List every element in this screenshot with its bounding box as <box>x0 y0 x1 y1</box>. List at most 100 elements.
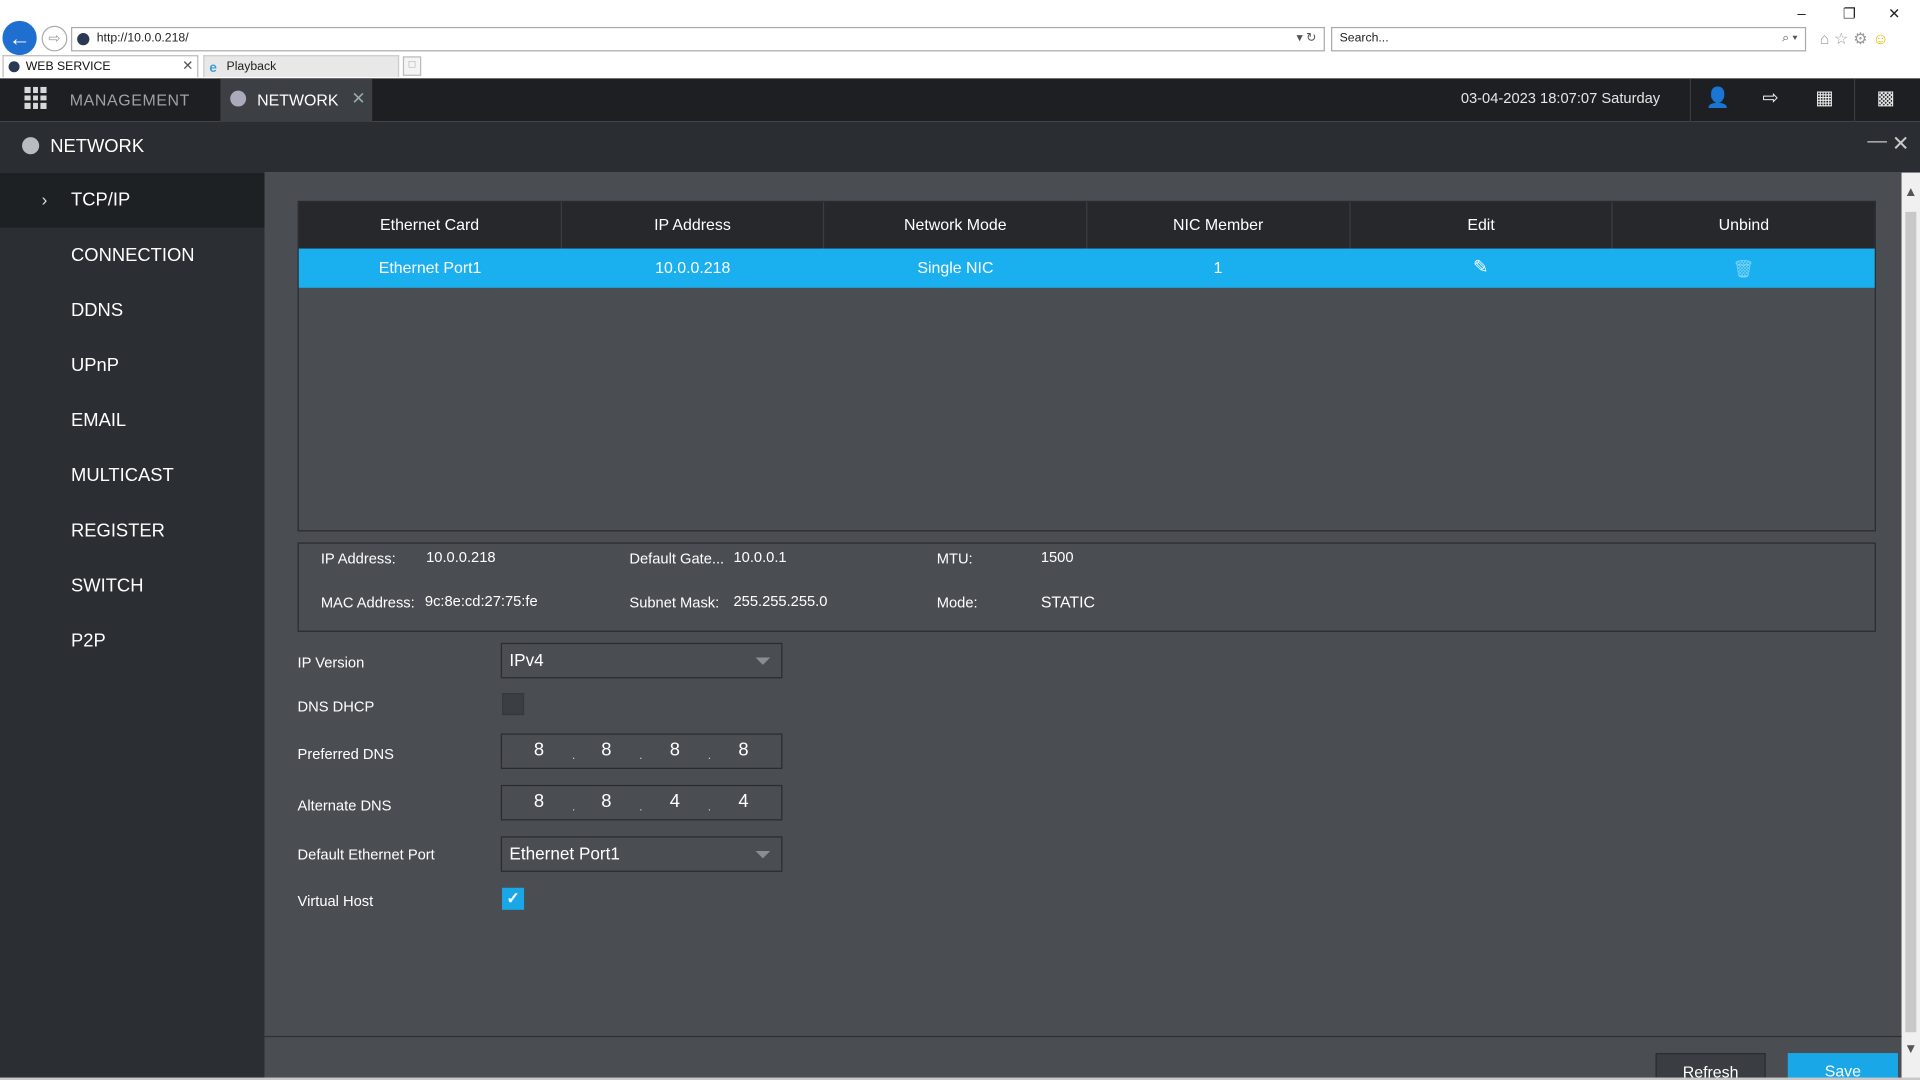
logout-icon[interactable]: ⇨ <box>1756 86 1785 113</box>
back-button[interactable]: ← <box>2 20 37 56</box>
dot-separator: . <box>571 749 576 763</box>
trash-icon[interactable]: 🗑 <box>1732 258 1754 278</box>
edit-cell: ✎ <box>1349 249 1612 288</box>
scroll-up-icon[interactable]: ▲ <box>1904 185 1917 200</box>
search-placeholder: Search... <box>1339 31 1389 46</box>
tab-label: WEB SERVICE <box>25 60 111 74</box>
sidebar-item-label: EMAIL <box>71 410 127 432</box>
scroll-thumb[interactable] <box>1905 211 1917 1033</box>
dns-octet[interactable]: 8 <box>534 791 544 812</box>
chevron-down-icon <box>755 657 771 665</box>
dns-octet[interactable]: 4 <box>738 791 748 812</box>
dns-octet[interactable]: 4 <box>670 791 680 812</box>
network-tab-label: NETWORK <box>257 90 339 109</box>
sidebar-item-multicast[interactable]: MULTICAST <box>0 448 264 503</box>
window-close-icon[interactable]: ✕ <box>1888 5 1900 22</box>
browser-tab-playback[interactable]: e Playback <box>203 55 400 78</box>
sidebar-item-p2p[interactable]: P2P <box>0 613 264 668</box>
restore-icon[interactable]: ❐ <box>1843 5 1856 22</box>
search-icon[interactable]: ⌕ ▾ <box>1782 28 1797 50</box>
apps-grid-icon[interactable] <box>24 86 47 109</box>
dns-octet[interactable]: 8 <box>601 740 611 761</box>
sidebar-item-label: SWITCH <box>71 575 144 597</box>
address-bar[interactable]: http://10.0.0.218/ ▾ ↻ <box>71 26 1325 52</box>
sidebar-item-tcpip[interactable]: › TCP/IP <box>0 172 265 228</box>
sidebar-item-connection[interactable]: CONNECTION <box>0 228 264 283</box>
col-edit: Edit <box>1350 202 1614 249</box>
info-mtu-label: MTU: <box>936 549 973 567</box>
table-row[interactable]: Ethernet Port1 10.0.0.218 Single NIC 1 ✎… <box>298 248 1875 288</box>
dns-octet[interactable]: 8 <box>670 740 680 761</box>
browser-tab-web-service[interactable]: WEB SERVICE ✕ <box>2 55 199 78</box>
ie-icon: e <box>209 61 217 76</box>
sidebar-item-switch[interactable]: SWITCH <box>0 558 264 613</box>
preferred-dns-input[interactable]: 8 . 8 . 8 . 8 <box>500 733 783 769</box>
info-mac-value: 9c:8e:cd:27:75:fe <box>424 592 538 610</box>
divider <box>1853 78 1856 122</box>
site-icon <box>77 33 90 46</box>
sidebar-item-label: DDNS <box>71 300 124 321</box>
scroll-down-icon[interactable]: ▼ <box>1904 1042 1917 1057</box>
divider <box>1689 78 1692 122</box>
management-tab[interactable]: MANAGEMENT <box>70 91 190 109</box>
table-header: Ethernet Card IP Address Network Mode NI… <box>298 202 1875 249</box>
window-title: NETWORK <box>50 135 145 157</box>
col-network-mode: Network Mode <box>825 202 1088 249</box>
network-tab[interactable]: NETWORK ✕ <box>220 78 373 122</box>
virtual-host-label: Virtual Host <box>297 892 374 910</box>
refresh-icon[interactable]: ▾ ↻ <box>1297 28 1317 50</box>
unbind-cell: 🗑 <box>1612 249 1875 288</box>
scrollbar[interactable]: ▲ ▼ <box>1901 172 1920 1080</box>
window-titlebar: NETWORK — ✕ <box>0 121 1920 173</box>
dns-octet[interactable]: 8 <box>601 791 611 812</box>
dns-dhcp-label: DNS DHCP <box>297 697 375 716</box>
info-mask-value: 255.255.255.0 <box>733 592 828 610</box>
new-tab-button[interactable]: □ <box>402 56 422 76</box>
sidebar-item-label: TCP/IP <box>71 189 131 211</box>
dot-separator: . <box>571 800 576 815</box>
cell-ip: 10.0.0.218 <box>655 258 731 277</box>
forward-button[interactable]: ⇨ <box>41 25 68 52</box>
minimize-icon[interactable]: – <box>1798 5 1806 22</box>
user-icon[interactable]: 👤 <box>1703 86 1732 113</box>
cell-mode: Single NIC <box>917 258 994 277</box>
sidebar-item-ddns[interactable]: DDNS <box>0 283 264 338</box>
default-port-select[interactable]: Ethernet Port1 <box>500 836 783 872</box>
tab-close-icon[interactable]: ✕ <box>182 56 193 77</box>
cell-card: Ethernet Port1 <box>378 258 482 277</box>
dot-separator: . <box>707 749 712 763</box>
dot-separator: . <box>639 749 643 763</box>
sidebar-item-label: REGISTER <box>71 520 165 542</box>
ip-version-select[interactable]: IPv4 <box>500 642 783 679</box>
col-ethernet-card: Ethernet Card <box>299 202 562 249</box>
datetime: 03-04-2023 18:07:07 Saturday <box>1460 89 1661 107</box>
dns-octet[interactable]: 8 <box>738 740 748 761</box>
virtual-host-checkbox[interactable]: ✓ <box>502 887 525 910</box>
chevron-right-icon: › <box>41 189 48 210</box>
sidebar-item-register[interactable]: REGISTER <box>0 503 264 558</box>
close-window-icon[interactable]: ✕ <box>1892 132 1909 156</box>
col-nic-member: NIC Member <box>1087 202 1351 249</box>
ethernet-table: Ethernet Card IP Address Network Mode NI… <box>297 200 1876 532</box>
dns-dhcp-checkbox[interactable] <box>502 693 525 716</box>
dot-separator: . <box>639 800 643 815</box>
network-info-panel <box>297 542 1876 632</box>
default-port-label: Default Ethernet Port <box>297 846 435 864</box>
save-button[interactable]: Save <box>1787 1053 1898 1080</box>
qr-code-icon[interactable]: ▦ <box>1810 86 1839 113</box>
preferred-dns-label: Preferred DNS <box>297 745 394 763</box>
close-tab-icon[interactable]: ✕ <box>351 88 365 109</box>
info-gateway-label: Default Gate... <box>629 549 725 567</box>
search-input[interactable]: Search... ⌕ ▾ <box>1331 26 1807 52</box>
sidebar-item-email[interactable]: EMAIL <box>0 393 264 448</box>
dns-octet[interactable]: 8 <box>534 740 544 761</box>
pencil-icon[interactable]: ✎ <box>1473 257 1488 278</box>
alternate-dns-input[interactable]: 8 . 8 . 4 . 4 <box>500 784 783 821</box>
dot-separator: . <box>707 800 712 815</box>
minimize-window-icon[interactable]: — <box>1867 131 1887 153</box>
chevron-down-icon <box>755 851 771 859</box>
sidebar-item-upnp[interactable]: UPnP <box>0 338 264 393</box>
refresh-button[interactable]: Refresh <box>1655 1053 1766 1080</box>
monitor-icon[interactable]: ▩ <box>1871 86 1900 113</box>
toolbar-icons[interactable]: ⌂☆⚙☺ <box>1820 29 1894 49</box>
